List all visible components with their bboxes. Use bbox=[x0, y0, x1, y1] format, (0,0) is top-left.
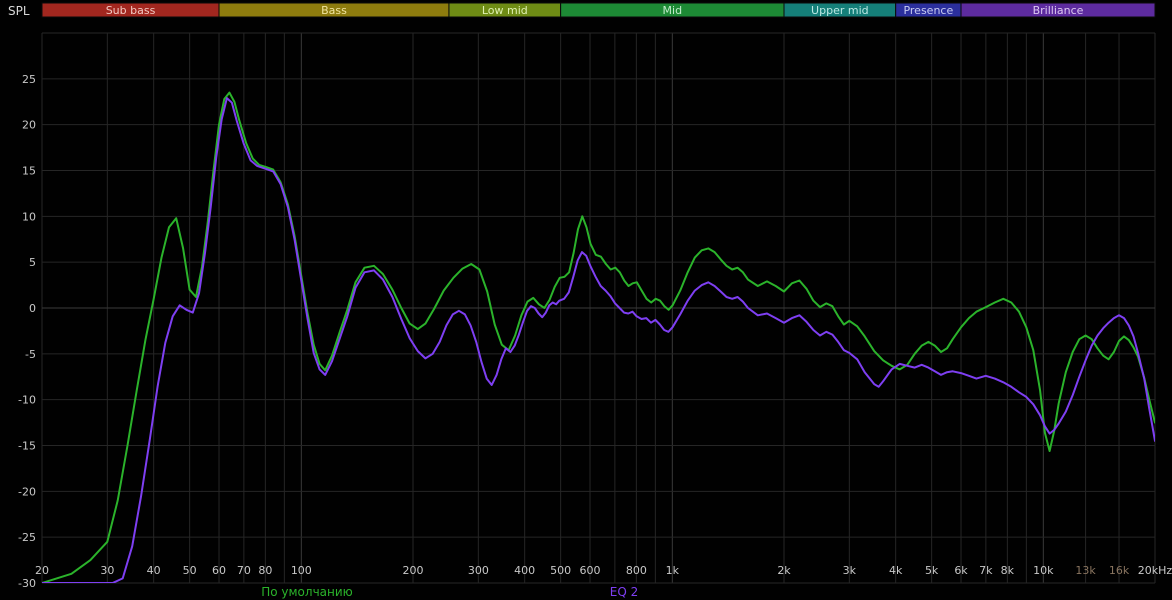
x-tick-5k: 5k bbox=[925, 564, 939, 577]
x-tick-20kHz: 20kHz bbox=[1138, 564, 1172, 577]
y-tick--15: -15 bbox=[18, 440, 36, 453]
x-tick-8k: 8k bbox=[1001, 564, 1015, 577]
plot-grid bbox=[41, 32, 1156, 584]
y-tick-5: 5 bbox=[29, 256, 36, 269]
y-tick-0: 0 bbox=[29, 302, 36, 315]
band-label-bass: Bass bbox=[321, 4, 347, 17]
x-tick-800: 800 bbox=[626, 564, 647, 577]
y-tick--5: -5 bbox=[25, 348, 36, 361]
band-label-presence: Presence bbox=[903, 4, 953, 17]
y-tick-20: 20 bbox=[22, 119, 36, 132]
y-tick-25: 25 bbox=[22, 73, 36, 86]
x-tick-3k: 3k bbox=[843, 564, 857, 577]
frequency-band-bar: Sub bass Bass Low mid Mid Upper mid Presence B… bbox=[41, 2, 1156, 18]
x-tick-6k: 6k bbox=[954, 564, 968, 577]
x-tick-4k: 4k bbox=[889, 564, 903, 577]
x-tick-16k: 16k bbox=[1109, 564, 1130, 577]
legend: По умолчанию EQ 2 bbox=[261, 585, 638, 599]
legend-item-по-умолчанию[interactable]: По умолчанию bbox=[261, 585, 353, 599]
x-tick-30: 30 bbox=[100, 564, 114, 577]
y-tick--30: -30 bbox=[18, 577, 36, 590]
x-tick-100: 100 bbox=[291, 564, 312, 577]
y-tick-15: 15 bbox=[22, 165, 36, 178]
x-tick-50: 50 bbox=[183, 564, 197, 577]
band-label-sub-bass: Sub bass bbox=[106, 4, 156, 17]
x-tick-40: 40 bbox=[147, 564, 161, 577]
y-axis-tick-labels: 25 20 15 10 5 0 -5 -10 -15 -20 -25 -30 bbox=[18, 73, 36, 590]
x-tick-2k: 2k bbox=[777, 564, 791, 577]
x-tick-500: 500 bbox=[550, 564, 571, 577]
curve-default bbox=[42, 91, 1155, 583]
x-tick-1k: 1k bbox=[666, 564, 680, 577]
y-tick-10: 10 bbox=[22, 210, 36, 223]
spl-axis-label: SPL bbox=[8, 4, 30, 18]
y-tick--20: -20 bbox=[18, 485, 36, 498]
x-tick-600: 600 bbox=[580, 564, 601, 577]
x-tick-400: 400 bbox=[514, 564, 535, 577]
x-tick-10k: 10k bbox=[1033, 564, 1054, 577]
x-tick-80: 80 bbox=[258, 564, 272, 577]
x-tick-70: 70 bbox=[237, 564, 251, 577]
x-tick-60: 60 bbox=[212, 564, 226, 577]
x-tick-7k: 7k bbox=[979, 564, 993, 577]
frequency-response-chart: SPL Sub bass Bass Low mid Mid Upper mid Prese… bbox=[8, 2, 1172, 599]
y-tick--25: -25 bbox=[18, 531, 36, 544]
response-curves bbox=[42, 91, 1155, 583]
legend-item-eq-2[interactable]: EQ 2 bbox=[610, 585, 638, 599]
band-label-upper-mid: Upper mid bbox=[811, 4, 869, 17]
x-tick-300: 300 bbox=[468, 564, 489, 577]
x-tick-200: 200 bbox=[403, 564, 424, 577]
band-label-brilliance: Brilliance bbox=[1033, 4, 1084, 17]
x-tick-13k: 13k bbox=[1075, 564, 1096, 577]
y-tick--10: -10 bbox=[18, 394, 36, 407]
band-label-mid: Mid bbox=[663, 4, 683, 17]
band-label-low-mid: Low mid bbox=[482, 4, 528, 17]
x-axis-tick-labels: 20 30 40 50 60 70 80 100 200 300 400 500 600 800 1k 2k 3… bbox=[35, 564, 1172, 577]
x-tick-20: 20 bbox=[35, 564, 49, 577]
